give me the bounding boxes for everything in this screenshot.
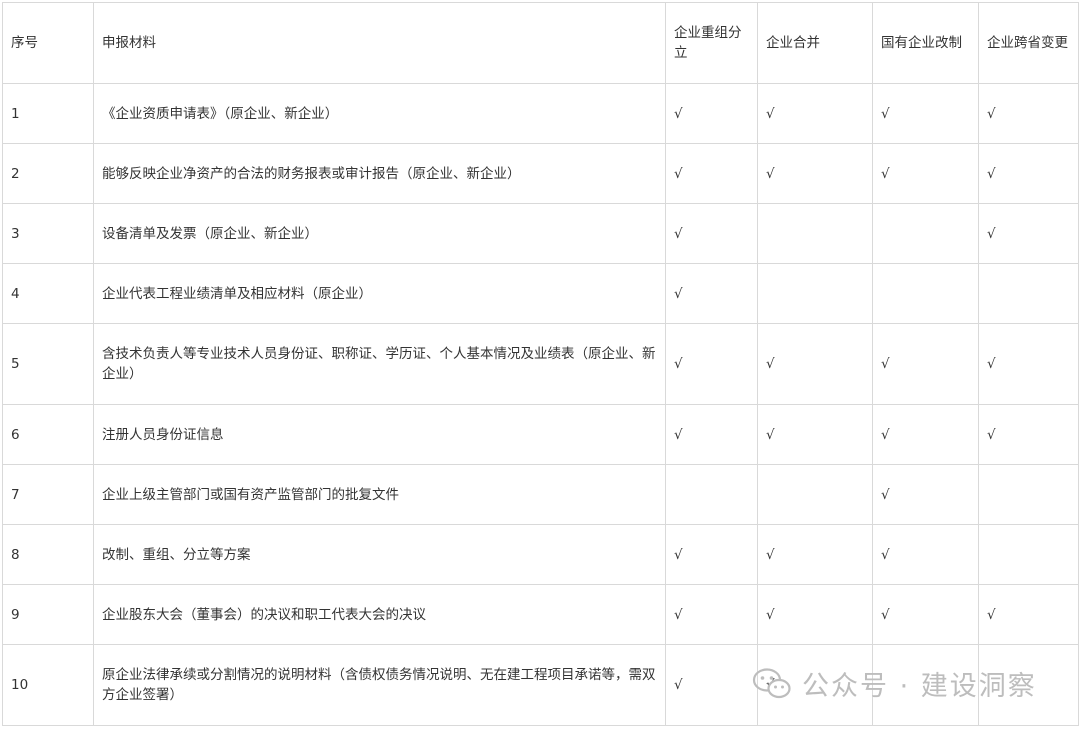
table-row: 1 《企业资质申请表》（原企业、新企业） √ √ √ √ xyxy=(2,83,1079,144)
check-cell xyxy=(757,263,873,324)
table-row: 3 设备清单及发票（原企业、新企业） √ √ xyxy=(2,203,1079,264)
check-cell xyxy=(872,263,979,324)
row-no: 10 xyxy=(2,644,94,726)
row-no: 9 xyxy=(2,584,94,645)
check-cell xyxy=(872,644,979,726)
table-row: 7 企业上级主管部门或国有资产监管部门的批复文件 √ xyxy=(2,464,1079,525)
col-header-no: 序号 xyxy=(2,2,94,84)
check-cell: √ xyxy=(757,323,873,405)
check-cell: √ xyxy=(872,584,979,645)
check-cell: √ xyxy=(757,584,873,645)
col-header-cross-province: 企业跨省变更 xyxy=(978,2,1079,84)
check-cell: √ xyxy=(872,464,979,525)
row-no: 3 xyxy=(2,203,94,264)
check-cell xyxy=(757,464,873,525)
check-cell: √ xyxy=(665,263,758,324)
check-cell: √ xyxy=(665,524,758,585)
row-no: 1 xyxy=(2,83,94,144)
table-row: 5 含技术负责人等专业技术人员身份证、职称证、学历证、个人基本情况及业绩表（原企… xyxy=(2,323,1079,405)
check-cell: √ xyxy=(665,83,758,144)
row-material: 《企业资质申请表》（原企业、新企业） xyxy=(93,83,666,144)
row-material: 原企业法律承续或分割情况的说明材料（含债权债务情况说明、无在建工程项目承诺等，需… xyxy=(93,644,666,726)
table-row: 2 能够反映企业净资产的合法的财务报表或审计报告（原企业、新企业） √ √ √ … xyxy=(2,143,1079,204)
check-cell xyxy=(757,203,873,264)
check-cell: √ xyxy=(757,83,873,144)
check-cell: √ xyxy=(978,203,1079,264)
check-cell: √ xyxy=(665,644,758,726)
check-cell: √ xyxy=(978,584,1079,645)
check-cell: √ xyxy=(872,143,979,204)
row-no: 6 xyxy=(2,404,94,465)
check-cell: √ xyxy=(872,83,979,144)
check-cell: √ xyxy=(665,323,758,405)
check-cell xyxy=(978,263,1079,324)
check-cell: √ xyxy=(872,404,979,465)
check-cell: √ xyxy=(757,524,873,585)
col-header-material: 申报材料 xyxy=(93,2,666,84)
row-material: 企业上级主管部门或国有资产监管部门的批复文件 xyxy=(93,464,666,525)
row-material: 设备清单及发票（原企业、新企业） xyxy=(93,203,666,264)
check-cell: √ xyxy=(757,404,873,465)
check-cell xyxy=(978,644,1079,726)
row-material: 企业代表工程业绩清单及相应材料（原企业） xyxy=(93,263,666,324)
check-cell: √ xyxy=(978,83,1079,144)
table-row: 10 原企业法律承续或分割情况的说明材料（含债权债务情况说明、无在建工程项目承诺… xyxy=(2,644,1079,726)
row-no: 7 xyxy=(2,464,94,525)
row-no: 2 xyxy=(2,143,94,204)
row-no: 4 xyxy=(2,263,94,324)
check-cell: √ xyxy=(978,404,1079,465)
row-material: 注册人员身份证信息 xyxy=(93,404,666,465)
col-header-restructure: 企业重组分立 xyxy=(665,2,758,84)
row-no: 5 xyxy=(2,323,94,405)
materials-table: 序号 申报材料 企业重组分立 企业合并 国有企业改制 企业跨省变更 1 《企业资… xyxy=(2,2,1079,726)
check-cell: √ xyxy=(757,644,873,726)
check-cell: √ xyxy=(872,524,979,585)
row-material: 能够反映企业净资产的合法的财务报表或审计报告（原企业、新企业） xyxy=(93,143,666,204)
check-cell: √ xyxy=(978,323,1079,405)
col-header-merger: 企业合并 xyxy=(757,2,873,84)
table-row: 4 企业代表工程业绩清单及相应材料（原企业） √ xyxy=(2,263,1079,324)
check-cell xyxy=(872,203,979,264)
header-row: 序号 申报材料 企业重组分立 企业合并 国有企业改制 企业跨省变更 xyxy=(2,2,1079,84)
check-cell: √ xyxy=(665,584,758,645)
check-cell: √ xyxy=(978,143,1079,204)
check-cell: √ xyxy=(665,404,758,465)
table-row: 8 改制、重组、分立等方案 √ √ √ xyxy=(2,524,1079,585)
check-cell: √ xyxy=(665,143,758,204)
check-cell: √ xyxy=(872,323,979,405)
row-no: 8 xyxy=(2,524,94,585)
row-material: 企业股东大会（董事会）的决议和职工代表大会的决议 xyxy=(93,584,666,645)
check-cell xyxy=(978,464,1079,525)
row-material: 含技术负责人等专业技术人员身份证、职称证、学历证、个人基本情况及业绩表（原企业、… xyxy=(93,323,666,405)
table-row: 9 企业股东大会（董事会）的决议和职工代表大会的决议 √ √ √ √ xyxy=(2,584,1079,645)
table-row: 6 注册人员身份证信息 √ √ √ √ xyxy=(2,404,1079,465)
row-material: 改制、重组、分立等方案 xyxy=(93,524,666,585)
check-cell: √ xyxy=(757,143,873,204)
check-cell: √ xyxy=(665,203,758,264)
check-cell xyxy=(665,464,758,525)
col-header-soe-reform: 国有企业改制 xyxy=(872,2,979,84)
check-cell xyxy=(978,524,1079,585)
